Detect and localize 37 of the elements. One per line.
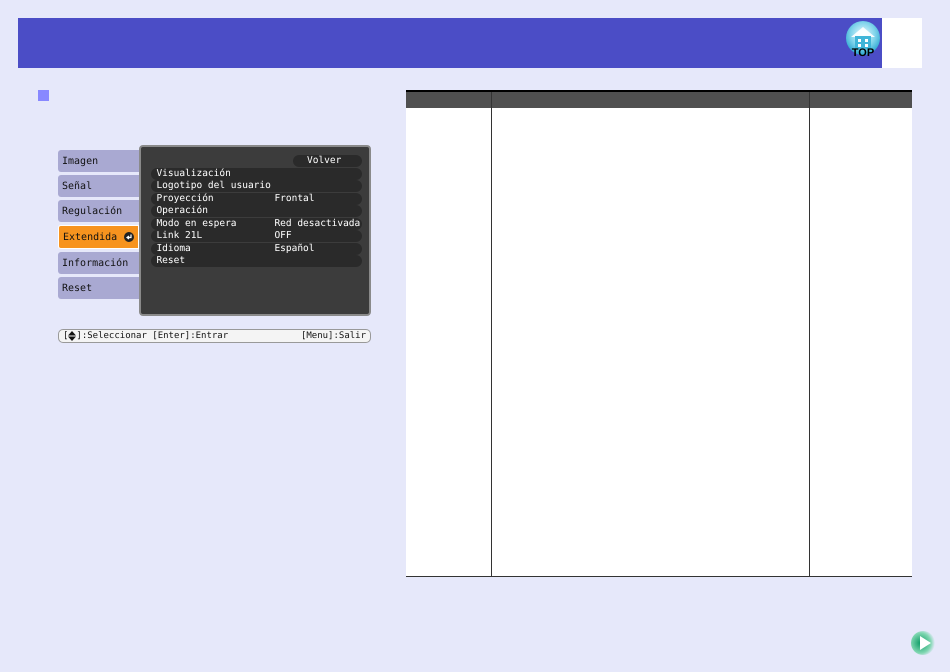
menu-tab[interactable]: Reset	[58, 277, 140, 299]
up-down-icon	[68, 331, 76, 341]
menu-tab[interactable]: Señal	[58, 175, 140, 197]
item-label: Visualización	[156, 168, 232, 180]
exit-hint: [Menu]:Salir	[300, 331, 366, 341]
page-number-box	[882, 18, 922, 68]
top-button[interactable]: TOP	[844, 20, 882, 68]
item-value: Red desactivada	[274, 218, 360, 230]
menu-item[interactable]: Visualización	[151, 168, 362, 180]
item-label: Link 21L	[156, 230, 204, 242]
hint-text: [	[63, 331, 68, 341]
menu-item[interactable]: Proyección Frontal	[151, 192, 362, 204]
item-value: Español	[274, 242, 314, 254]
bullet-icon	[38, 90, 49, 101]
item-value: OFF	[274, 230, 292, 242]
item-label: Proyección	[156, 192, 215, 204]
menu-item[interactable]: Link 21L OFF	[151, 230, 362, 242]
menu-item[interactable]: Operación	[151, 205, 362, 217]
item-label: Reset	[156, 255, 186, 267]
menu-tab[interactable]: Imagen	[58, 150, 140, 172]
menu-item[interactable]: Reset	[151, 255, 362, 267]
item-label: Logotipo del usuario	[156, 180, 272, 192]
enter-icon	[124, 232, 134, 242]
item-value: Frontal	[274, 192, 314, 204]
menu-tab[interactable]: Regulación	[58, 200, 140, 222]
item-label: Modo en espera	[156, 218, 238, 230]
item-label: Operación	[156, 205, 209, 217]
menu-item[interactable]: Modo en espera Red desactivada	[151, 218, 362, 230]
menu-item[interactable]: Logotipo del usuario	[151, 180, 362, 192]
house-icon	[845, 20, 881, 56]
menu-item[interactable]: Idioma Español	[151, 242, 362, 254]
menu-tab[interactable]: Extendida	[58, 225, 140, 249]
menu-tab[interactable]: Información	[58, 252, 140, 274]
back-option[interactable]: Volver	[293, 155, 362, 167]
item-label: Idioma	[156, 242, 192, 254]
hint-text: ]:Seleccionar [Enter]:Entrar	[76, 331, 228, 341]
next-icon[interactable]	[911, 631, 935, 655]
